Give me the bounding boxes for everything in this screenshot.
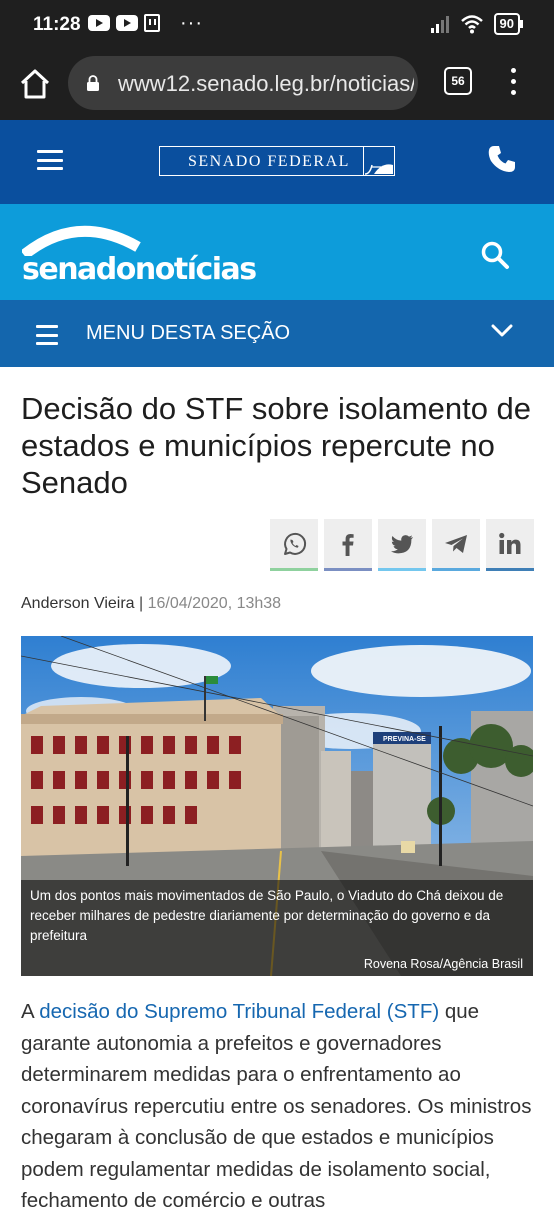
share-linkedin-button[interactable] — [486, 519, 534, 571]
twitch-notification-icon — [144, 14, 160, 32]
senado-federal-label: SENADO FEDERAL — [188, 153, 350, 170]
system-icons: 90 — [430, 13, 524, 35]
share-whatsapp-button[interactable] — [270, 519, 318, 571]
linkedin-icon — [499, 532, 521, 554]
battery-indicator: 90 — [493, 13, 524, 35]
search-icon[interactable] — [480, 240, 510, 270]
byline-separator: | — [134, 595, 148, 612]
share-telegram-button[interactable] — [432, 519, 480, 571]
telegram-icon — [445, 535, 467, 553]
photo-caption-box: Um dos pontos mais movimentados de São P… — [21, 880, 533, 976]
article-photo[interactable]: PREVINA-SE Um dos pontos mais movimentad… — [21, 636, 533, 976]
whatsapp-icon — [284, 532, 307, 555]
browser-menu-icon[interactable] — [508, 68, 518, 102]
url-text[interactable]: www12.senado.leg.br/noticias/materias/20… — [118, 71, 414, 97]
article-date: 16/04/2020, 13h38 — [147, 595, 282, 612]
signal-icon — [430, 16, 449, 33]
chevron-down-icon[interactable] — [491, 324, 513, 338]
share-facebook-button[interactable] — [324, 519, 372, 571]
stf-decision-link[interactable]: decisão do Supremo Tribunal Federal (STF… — [39, 1000, 439, 1023]
site-top-nav: SENADO FEDERAL — [0, 120, 554, 204]
facebook-icon — [342, 534, 354, 556]
phone-icon[interactable] — [487, 144, 517, 174]
address-bar[interactable]: www12.senado.leg.br/noticias/materias/20… — [68, 56, 418, 110]
lock-icon — [87, 75, 99, 91]
more-notifications-icon: ··· — [180, 12, 203, 34]
article-body: A decisão do Supremo Tribunal Federal (S… — [21, 996, 537, 1217]
hamburger-menu-icon[interactable] — [37, 150, 63, 170]
section-menu-label: MENU DESTA SEÇÃO — [86, 322, 291, 344]
logo-text: senadonotícias — [22, 252, 257, 287]
twitter-icon — [391, 535, 413, 554]
wifi-icon — [460, 15, 483, 34]
sign-text: PREVINA-SE — [383, 736, 426, 743]
tab-switcher-button[interactable]: 56 — [444, 67, 472, 95]
notification-icons: ··· — [88, 12, 203, 34]
browser-toolbar: www12.senado.leg.br/noticias/materias/20… — [0, 50, 554, 120]
body-text: que garante autonomia a prefeitos e gove… — [21, 1000, 532, 1212]
body-prefix: A — [21, 1000, 40, 1023]
congress-symbol-icon — [363, 147, 393, 175]
brand-bar: senadonotícias — [0, 204, 554, 300]
youtube-notification-icon — [88, 15, 110, 31]
status-bar: 11:28 ··· 90 — [0, 0, 554, 50]
section-menu-icon — [36, 325, 58, 345]
senado-noticias-logo[interactable]: senadonotícias — [22, 222, 272, 288]
section-menu-bar[interactable]: MENU DESTA SEÇÃO — [0, 300, 554, 367]
article-headline: Decisão do STF sobre isolamento de estad… — [21, 391, 532, 500]
share-twitter-button[interactable] — [378, 519, 426, 571]
article-byline: Anderson Vieira | 16/04/2020, 13h38 — [21, 595, 281, 613]
youtube-notification-icon — [116, 15, 138, 31]
photo-caption: Um dos pontos mais movimentados de São P… — [30, 888, 504, 943]
status-time: 11:28 — [33, 14, 81, 35]
article-author: Anderson Vieira — [21, 595, 135, 612]
home-icon[interactable] — [18, 67, 52, 101]
senado-federal-logo[interactable]: SENADO FEDERAL — [159, 146, 395, 176]
logo-arc-icon — [22, 225, 141, 256]
photo-credit: Rovena Rosa/Agência Brasil — [363, 957, 523, 971]
